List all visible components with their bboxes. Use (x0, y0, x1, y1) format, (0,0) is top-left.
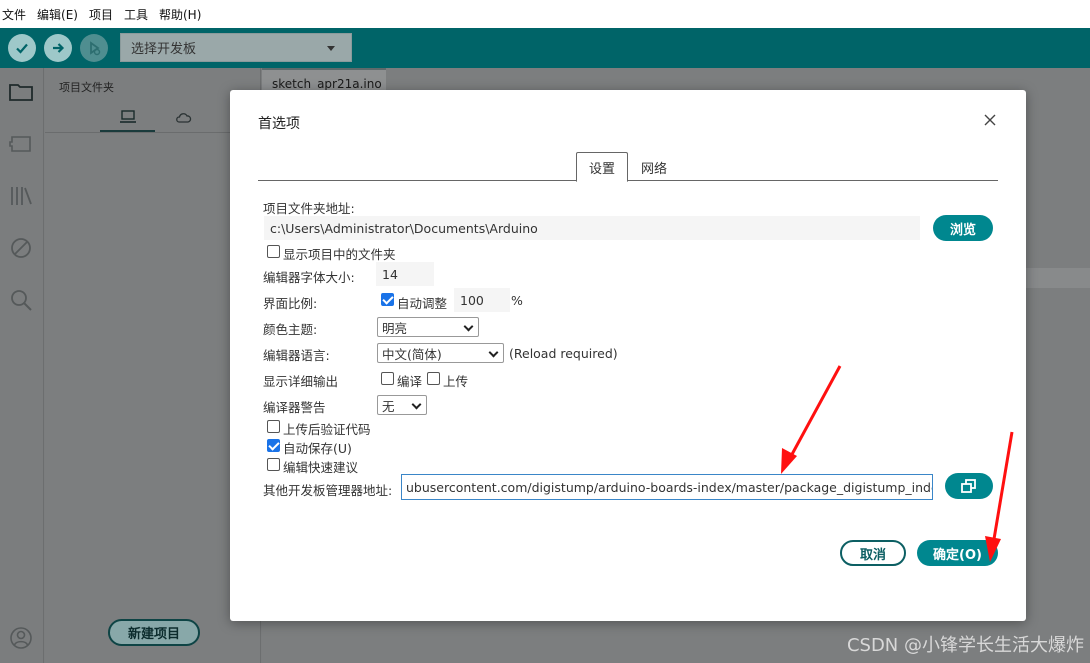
verbose-upload-label: 上传 (443, 374, 469, 389)
sidebar-tab-divider (45, 132, 261, 133)
preferences-dialog: 首选项 设置 网络 项目文件夹地址: c:\Users\Administrato… (230, 90, 1026, 621)
quick-suggest-checkbox[interactable] (267, 458, 280, 471)
compiler-warnings-select[interactable]: 无 (377, 395, 427, 415)
language-label: 编辑器语言: (263, 348, 330, 363)
chevron-down-icon (488, 347, 499, 358)
interface-scale-label: 界面比例: (263, 296, 318, 311)
sketchbook-location-label: 项目文件夹地址: (263, 201, 355, 216)
watermark: CSDN @小锋学长生活大爆炸 (846, 635, 1084, 656)
board-icon (9, 136, 31, 152)
language-select-value: 中文(简体) (382, 346, 442, 362)
menu-file[interactable]: 文件 (2, 6, 26, 23)
show-files-label: 显示项目中的文件夹 (283, 247, 396, 262)
auto-save-checkbox[interactable] (267, 439, 280, 452)
board-urls-value: ubusercontent.com/digistump/arduino-boar… (406, 479, 933, 495)
debug-rail-button[interactable] (7, 234, 35, 262)
menu-sketch[interactable]: 项目 (89, 6, 113, 23)
reload-note: (Reload required) (509, 346, 618, 361)
menu-bar: 文件 编辑(E) 项目 工具 帮助(H) (0, 0, 1090, 28)
board-urls-input[interactable]: ubusercontent.com/digistump/arduino-boar… (401, 474, 933, 500)
chevron-down-icon (327, 46, 335, 51)
activity-rail (0, 68, 44, 663)
language-select[interactable]: 中文(简体) (377, 343, 504, 363)
auto-save-label: 自动保存(U) (283, 441, 352, 456)
search-icon (11, 290, 32, 311)
sketchbook-sidebar: 项目文件夹 新建项目 (45, 68, 261, 663)
font-size-input[interactable]: 14 (376, 262, 434, 286)
verbose-output-label: 显示详细输出 (263, 374, 339, 389)
account-rail-button[interactable] (7, 624, 35, 652)
library-icon (11, 187, 32, 205)
tab-network[interactable]: 网络 (634, 152, 674, 182)
theme-label: 颜色主题: (263, 322, 318, 337)
tab-local-sketchbook[interactable] (100, 104, 155, 132)
open-window-icon (961, 479, 976, 493)
verbose-compile-checkbox[interactable] (381, 372, 394, 385)
scale-unit: % (511, 293, 523, 308)
board-urls-label: 其他开发板管理器地址: (263, 483, 393, 498)
verbose-upload-checkbox[interactable] (427, 372, 440, 385)
toolbar: 选择开发板 (0, 28, 1090, 68)
chevron-down-icon (411, 399, 422, 410)
ok-button[interactable]: 确定(O) (917, 540, 998, 566)
menu-tools[interactable]: 工具 (124, 6, 148, 23)
verbose-compile-label: 编译 (397, 374, 423, 389)
tab-settings[interactable]: 设置 (576, 152, 628, 182)
scale-input[interactable]: 100 (454, 288, 510, 312)
verify-after-upload-label: 上传后验证代码 (283, 422, 371, 437)
sketchbook-rail-button[interactable] (7, 78, 35, 106)
verify-button[interactable] (8, 34, 36, 62)
upload-button[interactable] (44, 34, 72, 62)
theme-select-value: 明亮 (382, 320, 408, 336)
board-selector-label: 选择开发板 (131, 42, 197, 57)
dialog-title: 首选项 (258, 116, 300, 132)
new-project-button[interactable]: 新建项目 (108, 619, 200, 646)
chevron-down-icon (463, 321, 474, 332)
library-manager-rail-button[interactable] (7, 182, 35, 210)
verify-after-upload-checkbox[interactable] (267, 420, 280, 433)
debug-button[interactable] (80, 34, 108, 62)
font-size-label: 编辑器字体大小: (263, 270, 355, 285)
close-icon[interactable] (982, 112, 998, 128)
user-icon (10, 627, 32, 649)
tab-cloud-sketchbook[interactable] (155, 104, 210, 132)
sidebar-title: 项目文件夹 (59, 81, 114, 94)
quick-suggest-label: 编辑快速建议 (283, 460, 359, 475)
check-icon (16, 43, 28, 54)
compiler-warnings-value: 无 (382, 398, 395, 414)
auto-scale-label: 自动调整 (397, 296, 448, 311)
no-entry-icon (11, 238, 31, 258)
auto-scale-checkbox[interactable] (381, 293, 394, 306)
compiler-warnings-label: 编译器警告 (263, 400, 326, 415)
show-files-checkbox[interactable] (267, 245, 280, 258)
cancel-button[interactable]: 取消 (840, 540, 906, 566)
theme-select[interactable]: 明亮 (377, 317, 479, 337)
folder-icon (9, 84, 33, 101)
cloud-icon (175, 113, 191, 123)
search-rail-button[interactable] (7, 286, 35, 314)
menu-help[interactable]: 帮助(H) (159, 6, 201, 23)
arrow-right-icon (53, 43, 65, 53)
sketchbook-location-input[interactable]: c:\Users\Administrator\Documents\Arduino (264, 216, 920, 240)
boards-manager-rail-button[interactable] (7, 130, 35, 158)
laptop-icon (119, 110, 136, 123)
debug-icon (90, 41, 101, 56)
edit-urls-button[interactable] (945, 473, 993, 499)
menu-edit[interactable]: 编辑(E) (37, 6, 78, 23)
browse-button[interactable]: 浏览 (933, 215, 993, 241)
tab-bar-divider (258, 180, 998, 181)
board-selector[interactable]: 选择开发板 (120, 33, 352, 62)
